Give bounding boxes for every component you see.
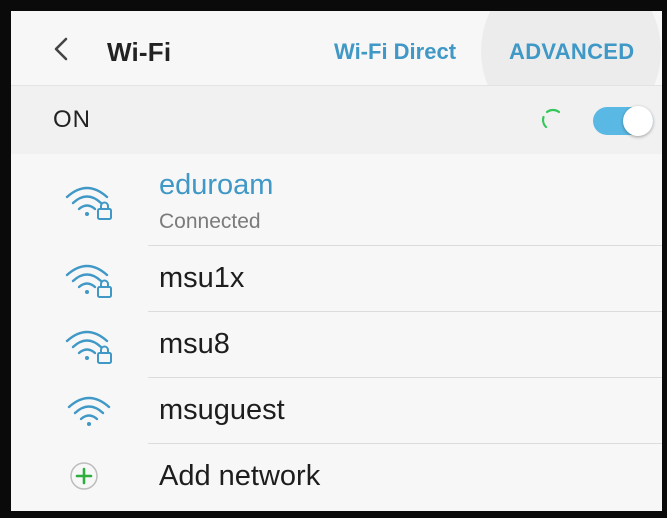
device-frame-left <box>0 0 11 518</box>
network-name: eduroam <box>159 169 274 201</box>
page-title: Wi-Fi <box>107 37 172 67</box>
device-frame-right <box>662 0 667 518</box>
wifi-icon <box>67 396 111 426</box>
wifi-lock-icon <box>65 186 112 220</box>
device-frame-bottom <box>0 511 667 518</box>
network-name: msuguest <box>159 394 285 426</box>
wifi-direct-button[interactable]: Wi-Fi Direct <box>334 39 456 65</box>
switch-state-label: ON <box>53 106 91 133</box>
wifi-master-switch-row[interactable]: ON <box>11 85 662 155</box>
network-status: Connected <box>159 210 261 233</box>
network-item-msu8[interactable]: msu8 <box>11 312 662 378</box>
network-item-eduroam[interactable]: eduroam Connected <box>11 154 662 246</box>
network-list: eduroam Connected msu1x msu8 msuguest Ad… <box>11 154 662 511</box>
network-name: msu8 <box>159 328 230 360</box>
chevron-left-icon <box>54 37 68 61</box>
wifi-settings-screen: Wi-Fi Wi-Fi Direct ADVANCED ON eduroam C… <box>11 11 662 511</box>
app-bar: Wi-Fi Wi-Fi Direct ADVANCED <box>11 11 662 141</box>
add-network-item[interactable]: Add network <box>11 444 662 510</box>
network-name: msu1x <box>159 262 245 294</box>
network-item-msuguest[interactable]: msuguest <box>11 378 662 444</box>
scanning-spinner-icon <box>541 108 561 129</box>
toggle-knob <box>623 106 653 136</box>
plus-circle-icon <box>70 462 98 490</box>
wifi-lock-icon <box>65 264 112 298</box>
add-network-label: Add network <box>159 460 321 492</box>
back-button[interactable] <box>47 33 79 65</box>
wifi-lock-icon <box>65 330 112 364</box>
network-item-msu1x[interactable]: msu1x <box>11 246 662 312</box>
device-frame-top <box>0 0 667 11</box>
wifi-toggle-switch[interactable] <box>593 106 653 136</box>
advanced-button[interactable]: ADVANCED <box>509 39 634 65</box>
